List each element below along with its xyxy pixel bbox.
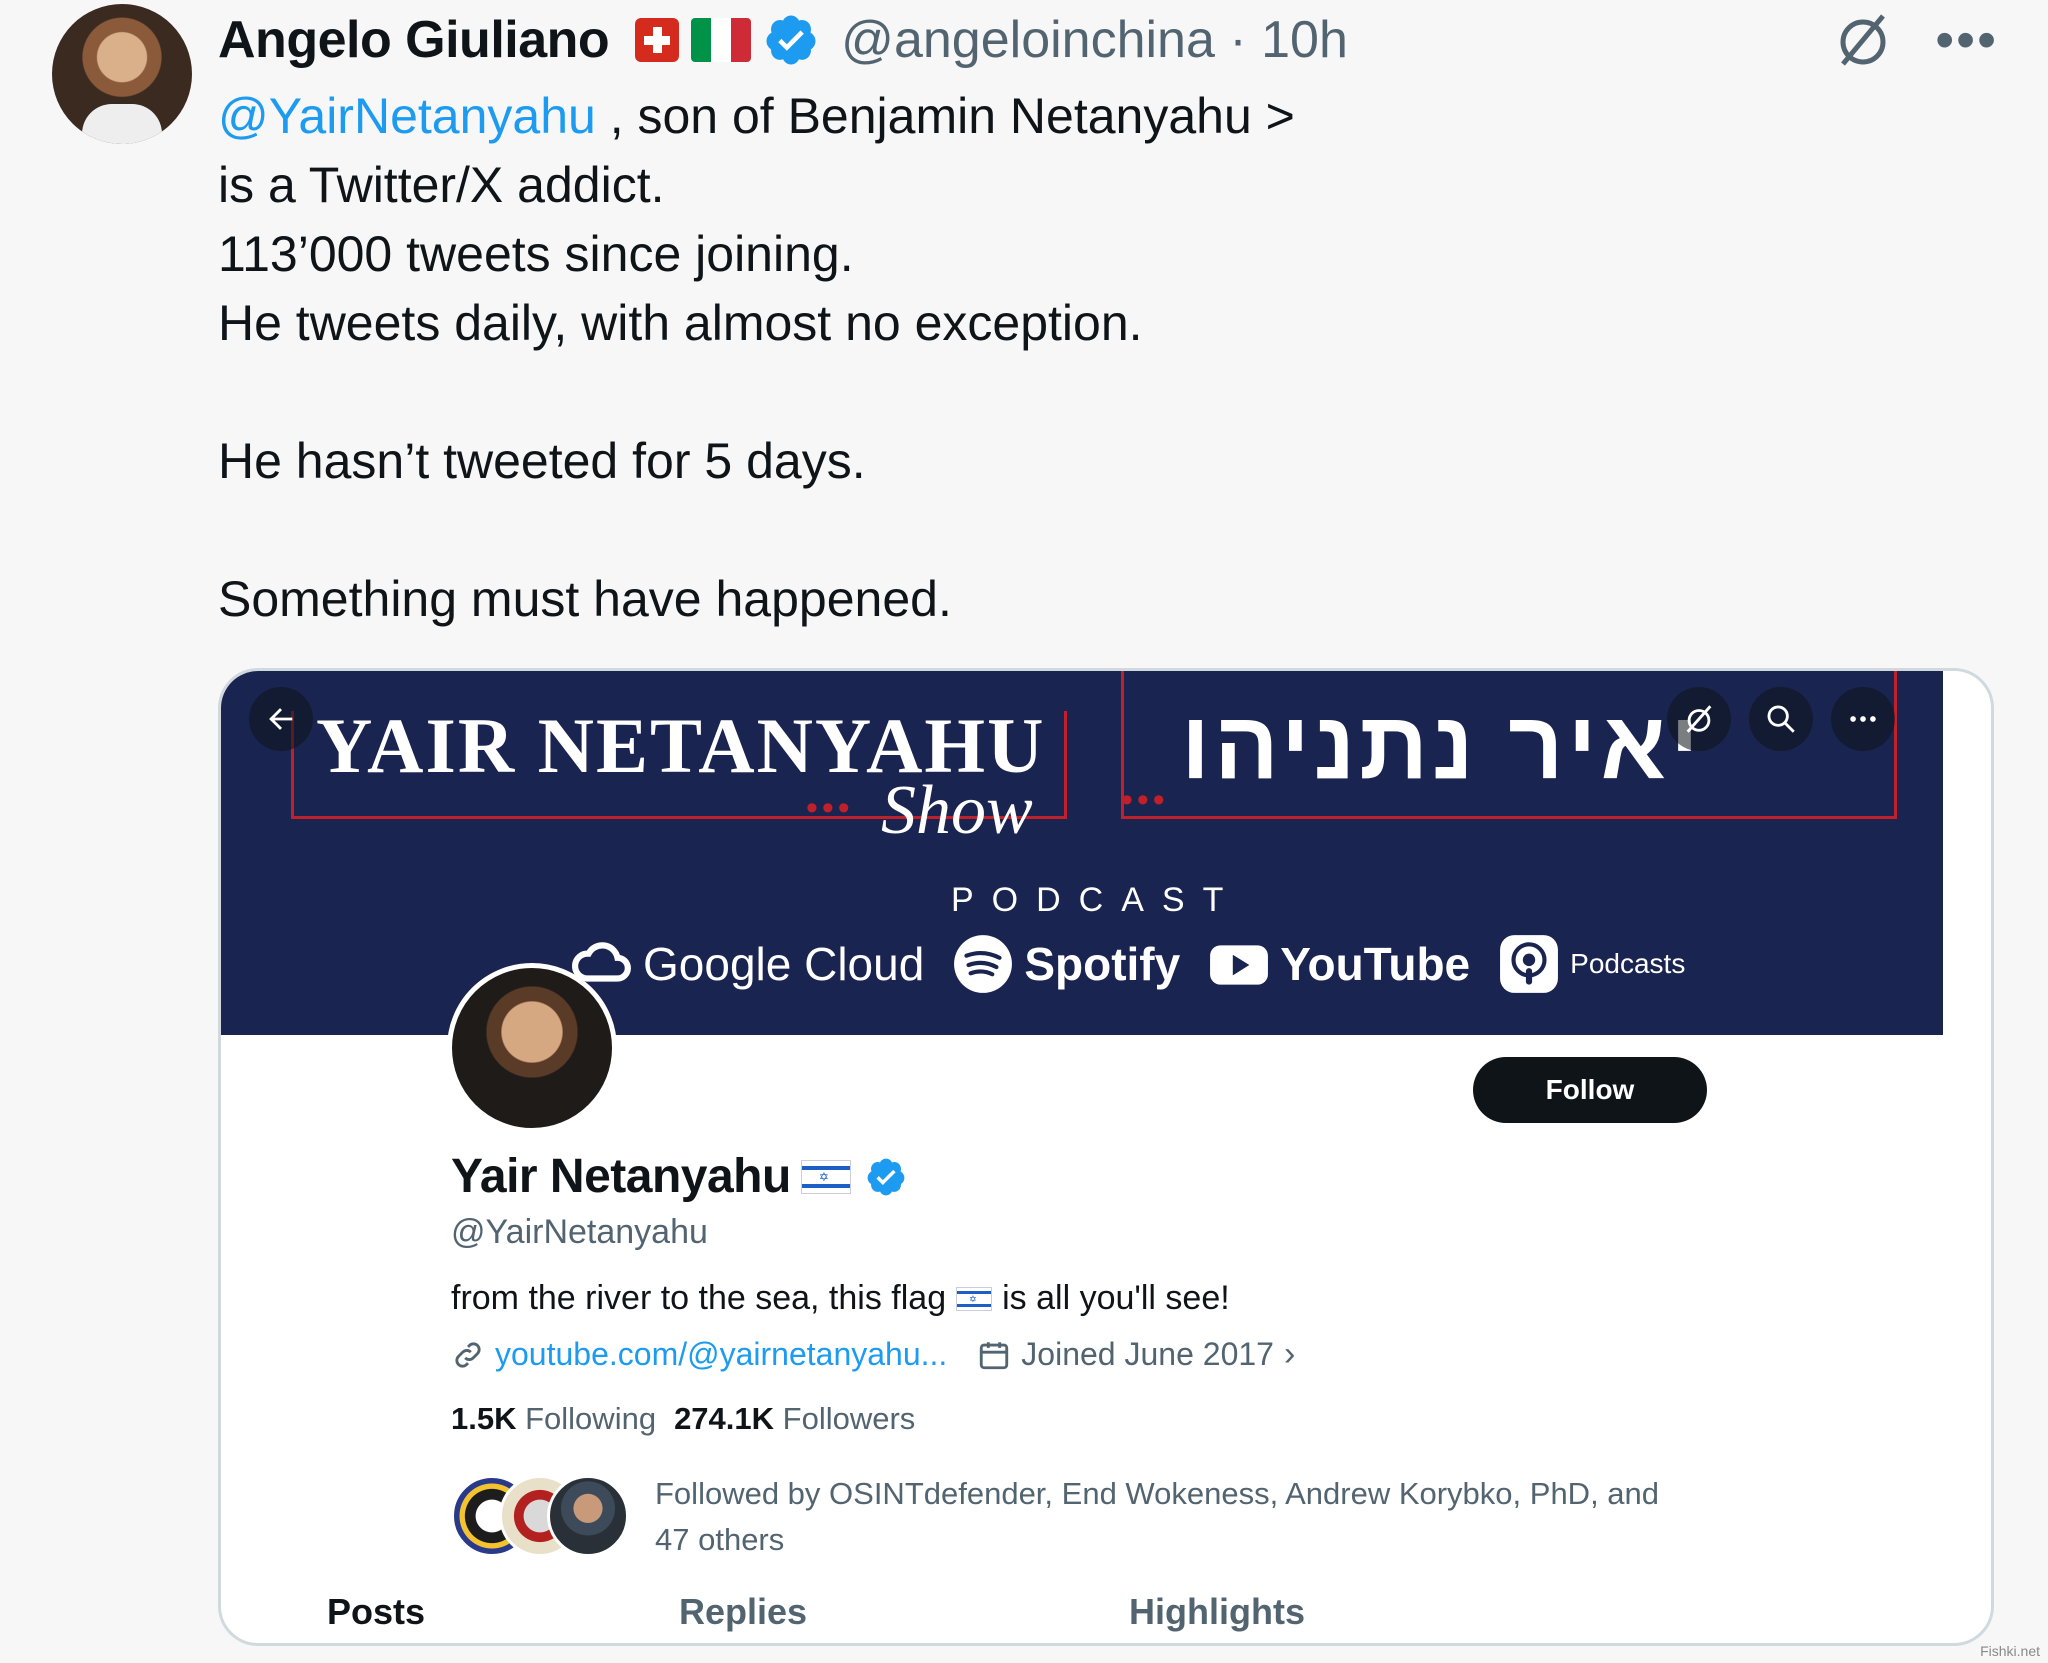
followers-label: Followers: [782, 1401, 916, 1436]
banner-show: Show: [881, 772, 1033, 849]
italy-flag-icon: [691, 18, 752, 62]
search-icon: [1767, 705, 1795, 733]
tweet-header: Angelo Giuliano @angeloinchina · 10h: [218, 10, 1348, 70]
youtube-label: YouTube: [1280, 938, 1471, 990]
banner-dots-icon: •••: [806, 789, 854, 827]
link-icon: [455, 1341, 481, 1368]
podcasts-label: Podcasts: [1570, 948, 1686, 979]
more-options-icon[interactable]: •••: [1935, 13, 1998, 67]
banner-podcast: PODCAST: [951, 881, 1242, 919]
back-arrow-icon: [269, 708, 293, 730]
tweet-actions: •••: [1833, 10, 1998, 70]
youtube-logo: YouTube: [1208, 933, 1470, 995]
profile-tabs: Posts Replies Highlights: [221, 1591, 1943, 1643]
banner-title-hebrew: יאיר נתניהו: [1181, 692, 1703, 799]
follow-button[interactable]: Follow: [1473, 1057, 1707, 1123]
israel-flag-icon: ✡: [956, 1286, 993, 1311]
joined-date: Joined June 2017: [1021, 1336, 1274, 1372]
google-cloud-logo: Google Cloud: [571, 933, 924, 995]
followers-stat[interactable]: 274.1K Followers: [674, 1401, 915, 1437]
banner-dots-icon: •••: [1121, 781, 1169, 819]
platform-logos: Google Cloud Spotify YouTube Podcasts: [571, 933, 1685, 995]
chevron-right-icon[interactable]: ›: [1284, 1335, 1295, 1374]
profile-bio: from the river to the sea, this flag ✡ i…: [451, 1279, 1230, 1318]
tab-posts[interactable]: Posts: [327, 1591, 425, 1633]
followed-by-text: Followed by OSINTdefender, End Wokeness,…: [655, 1476, 1660, 1557]
podcasts-icon: [1500, 935, 1559, 993]
tweet-text-rest: is a Twitter/X addict. 113’000 tweets si…: [218, 157, 1143, 627]
following-stat[interactable]: 1.5K Following: [451, 1401, 656, 1437]
profile-link[interactable]: youtube.com/@yairnetanyahu...: [495, 1336, 947, 1373]
grok-icon: [1686, 705, 1712, 733]
follower-avatar: [547, 1475, 629, 1557]
profile-handle: @YairNetanyahu: [451, 1213, 708, 1251]
profile-avatar[interactable]: [447, 963, 617, 1133]
israel-flag-icon: ✡: [800, 1159, 851, 1194]
profile-meta: youtube.com/@yairnetanyahu... Joined Jun…: [451, 1335, 1295, 1374]
bio-text-end: is all you'll see!: [1002, 1279, 1230, 1317]
embedded-profile-screenshot[interactable]: YAIR NETANYAHU יאיר נתניהו ••• Show ••• …: [218, 668, 1994, 1646]
search-button[interactable]: [1749, 687, 1813, 751]
verified-badge-icon: [766, 15, 816, 65]
grok-button[interactable]: [1667, 687, 1731, 751]
verified-badge-icon: [867, 1158, 905, 1195]
calendar-icon: [980, 1341, 1009, 1369]
youtube-icon: [1210, 945, 1269, 985]
google-cloud-label: Google Cloud: [643, 938, 925, 990]
tab-highlights[interactable]: Highlights: [1129, 1591, 1305, 1633]
profile-name-row: Yair Netanyahu ✡: [451, 1149, 907, 1204]
profile-stats: 1.5K Following 274.1K Followers: [451, 1401, 915, 1437]
swiss-flag-icon: [635, 18, 680, 62]
followers-count: 274.1K: [674, 1401, 775, 1436]
watermark: Fishki.net: [1980, 1643, 2040, 1659]
grok-icon[interactable]: [1833, 10, 1893, 70]
spotify-icon: [954, 935, 1013, 993]
followed-by-row[interactable]: Followed by OSINTdefender, End Wokeness,…: [451, 1471, 1695, 1563]
bio-text-start: from the river to the sea, this flag: [451, 1279, 947, 1317]
following-count: 1.5K: [451, 1401, 517, 1436]
mention-link[interactable]: @YairNetanyahu: [218, 88, 596, 144]
author-avatar[interactable]: [52, 4, 192, 144]
spotify-logo: Spotify: [952, 933, 1180, 995]
following-label: Following: [525, 1401, 657, 1436]
spotify-label: Spotify: [1024, 938, 1181, 990]
tab-replies[interactable]: Replies: [679, 1591, 807, 1633]
profile-name: Yair Netanyahu: [451, 1150, 791, 1203]
tweet-text-first-line: , son of Benjamin Netanyahu >: [595, 88, 1295, 144]
author-name[interactable]: Angelo Giuliano: [218, 10, 610, 70]
author-handle-and-time[interactable]: @angeloinchina · 10h: [841, 10, 1348, 70]
podcasts-logo: Podcasts: [1498, 933, 1685, 995]
followed-by-avatars: [451, 1471, 641, 1557]
more-options-button[interactable]: [1831, 687, 1895, 751]
more-options-icon: [1850, 716, 1876, 722]
tweet-text: @YairNetanyahu , son of Benjamin Netanya…: [218, 82, 1518, 634]
back-button[interactable]: [249, 687, 313, 751]
